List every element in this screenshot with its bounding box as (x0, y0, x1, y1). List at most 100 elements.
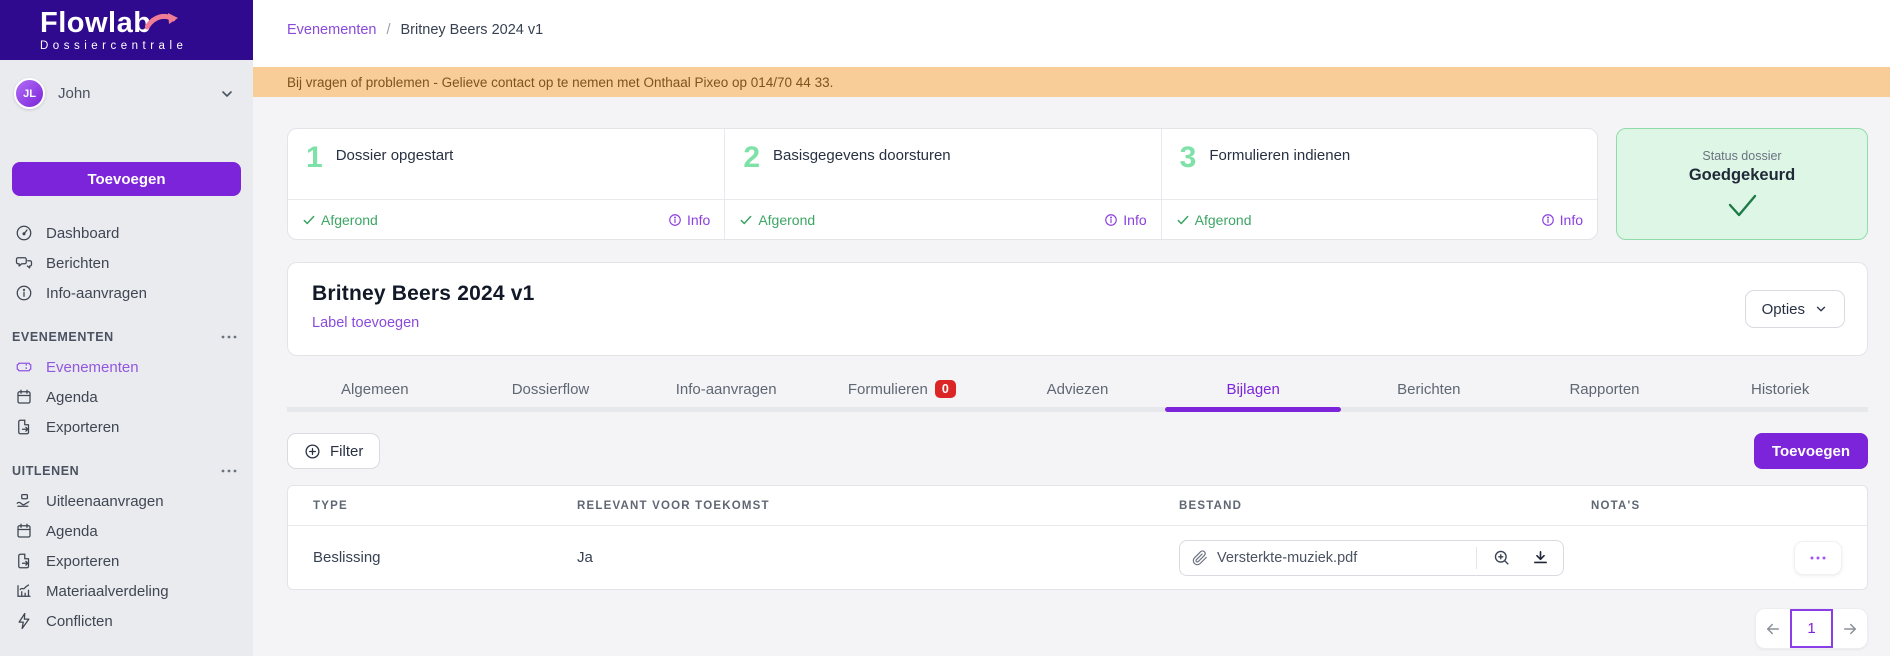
tab-badge: 0 (935, 380, 956, 398)
sidebar-item-agenda-uitlenen[interactable]: Agenda (0, 516, 253, 546)
sidebar-item-dashboard[interactable]: Dashboard (0, 218, 253, 248)
download-button[interactable] (1525, 544, 1555, 572)
tab-rapporten[interactable]: Rapporten (1517, 370, 1693, 412)
logo: Flowlab Dossiercentrale (0, 0, 253, 60)
dossier-header-card: Britney Beers 2024 v1 Label toevoegen Op… (287, 262, 1868, 356)
notice-bar: Bij vragen of problemen - Gelieve contac… (253, 67, 1890, 97)
zoom-in-icon (1493, 549, 1510, 566)
tab-berichten[interactable]: Berichten (1341, 370, 1517, 412)
section-title: UITLENEN (12, 464, 79, 478)
sidebar-item-agenda-evenementen[interactable]: Agenda (0, 382, 253, 412)
add-attachment-button[interactable]: Toevoegen (1754, 433, 1868, 469)
main-area: Evenementen / Britney Beers 2024 v1 Bij … (253, 0, 1890, 656)
arrow-right-icon (1841, 620, 1859, 638)
tab-adviezen[interactable]: Adviezen (990, 370, 1166, 412)
table-header-row: TYPE RELEVANT VOOR TOEKOMST BESTAND NOTA… (288, 486, 1867, 526)
toolbar: Filter Toevoegen (287, 433, 1868, 469)
previous-page-button[interactable] (1756, 609, 1790, 648)
calendar-icon (15, 522, 33, 540)
ellipsis-icon[interactable] (221, 335, 237, 339)
table-row: Beslissing Ja Versterkte-muziek.pdf (288, 526, 1867, 589)
breadcrumb: Evenementen / Britney Beers 2024 v1 (287, 22, 543, 38)
sidebar-item-conflicten[interactable]: Conflicten (0, 606, 253, 636)
status-card: Status dossier Goedgekeurd (1616, 128, 1868, 240)
column-header-bestand: BESTAND (1154, 500, 1566, 512)
check-icon (1176, 213, 1190, 227)
step-title: Formulieren indienen (1209, 144, 1350, 184)
avatar: JL (14, 78, 45, 109)
sidebar-item-materiaalverdeling[interactable]: Materiaalverdeling (0, 576, 253, 606)
row-menu-button[interactable] (1794, 541, 1842, 575)
column-header-relevant: RELEVANT VOOR TOEKOMST (552, 500, 1154, 512)
plus-circle-icon (304, 443, 321, 460)
tab-info-aanvragen[interactable]: Info-aanvragen (638, 370, 814, 412)
user-name: John (58, 85, 206, 102)
swoosh-icon (145, 11, 179, 31)
tab-formulieren[interactable]: Formulieren 0 (814, 370, 990, 412)
tab-dossierflow[interactable]: Dossierflow (463, 370, 639, 412)
pagination-row: 1 (287, 608, 1868, 649)
step-3-footer: Afgerond Info (1161, 200, 1597, 239)
page-number-button[interactable]: 1 (1790, 609, 1833, 648)
brand-name: Flowlab (40, 7, 151, 40)
tab-historiek[interactable]: Historiek (1692, 370, 1868, 412)
step-info-link[interactable]: Info (1541, 212, 1583, 228)
tab-bijlagen[interactable]: Bijlagen (1165, 370, 1341, 412)
chevron-down-icon (1814, 302, 1828, 316)
info-icon (1104, 213, 1118, 227)
cell-bestand: Versterkte-muziek.pdf (1154, 540, 1566, 576)
step-number: 3 (1180, 144, 1197, 184)
column-header-type: TYPE (288, 500, 552, 512)
sidebar-item-label: Berichten (46, 255, 109, 272)
info-icon (668, 213, 682, 227)
sidebar-item-label: Materiaalverdeling (46, 583, 169, 600)
add-label-link[interactable]: Label toevoegen (312, 315, 419, 331)
step-3: 3 Formulieren indienen (1161, 129, 1597, 199)
info-icon (15, 284, 33, 302)
arrow-left-icon (1764, 620, 1782, 638)
attachments-table: TYPE RELEVANT VOOR TOEKOMST BESTAND NOTA… (287, 485, 1868, 590)
ellipsis-icon[interactable] (221, 469, 237, 473)
sidebar-section-uitlenen: UITLENEN (0, 442, 253, 486)
download-icon (1532, 549, 1549, 566)
step-status: Afgerond (739, 212, 815, 228)
divider (1476, 547, 1477, 569)
info-icon (1541, 213, 1555, 227)
chat-icon (15, 254, 33, 272)
check-icon (739, 213, 753, 227)
sidebar-item-label: Conflicten (46, 613, 113, 630)
sidebar-section-evenementen: EVENEMENTEN (0, 308, 253, 352)
sidebar-add-button[interactable]: Toevoegen (12, 162, 241, 196)
sidebar-item-label: Evenementen (46, 359, 139, 376)
sidebar-item-exporteren-evenementen[interactable]: Exporteren (0, 412, 253, 442)
calendar-icon (15, 388, 33, 406)
preview-button[interactable] (1486, 544, 1516, 572)
tab-algemeen[interactable]: Algemeen (287, 370, 463, 412)
filter-button[interactable]: Filter (287, 433, 380, 469)
step-info-link[interactable]: Info (668, 212, 710, 228)
column-header-notas: NOTA'S (1566, 500, 1867, 512)
sidebar-item-label: Info-aanvragen (46, 285, 147, 302)
step-1: 1 Dossier opgestart (288, 129, 724, 199)
status-label: Status dossier (1702, 149, 1781, 163)
lightning-icon (15, 612, 33, 630)
chevron-down-icon (219, 86, 235, 102)
status-value: Goedgekeurd (1689, 166, 1795, 185)
sidebar-item-evenementen[interactable]: Evenementen (0, 352, 253, 382)
step-info-link[interactable]: Info (1104, 212, 1146, 228)
sidebar-item-exporteren-uitlenen[interactable]: Exporteren (0, 546, 253, 576)
step-status: Afgerond (1176, 212, 1252, 228)
sidebar-item-uitleenaanvragen[interactable]: Uitleenaanvragen (0, 486, 253, 516)
sidebar-item-label: Agenda (46, 523, 98, 540)
options-button[interactable]: Opties (1745, 290, 1845, 328)
user-menu[interactable]: JL John (0, 60, 253, 119)
step-number: 2 (743, 144, 760, 184)
sidebar-item-label: Uitleenaanvragen (46, 493, 164, 510)
sidebar-item-berichten[interactable]: Berichten (0, 248, 253, 278)
notice-text: Bij vragen of problemen - Gelieve contac… (287, 75, 833, 90)
breadcrumb-separator: / (386, 22, 390, 38)
cell-type: Beslissing (288, 549, 552, 566)
sidebar-item-info-aanvragen[interactable]: Info-aanvragen (0, 278, 253, 308)
next-page-button[interactable] (1833, 609, 1867, 648)
breadcrumb-parent-link[interactable]: Evenementen (287, 22, 376, 38)
